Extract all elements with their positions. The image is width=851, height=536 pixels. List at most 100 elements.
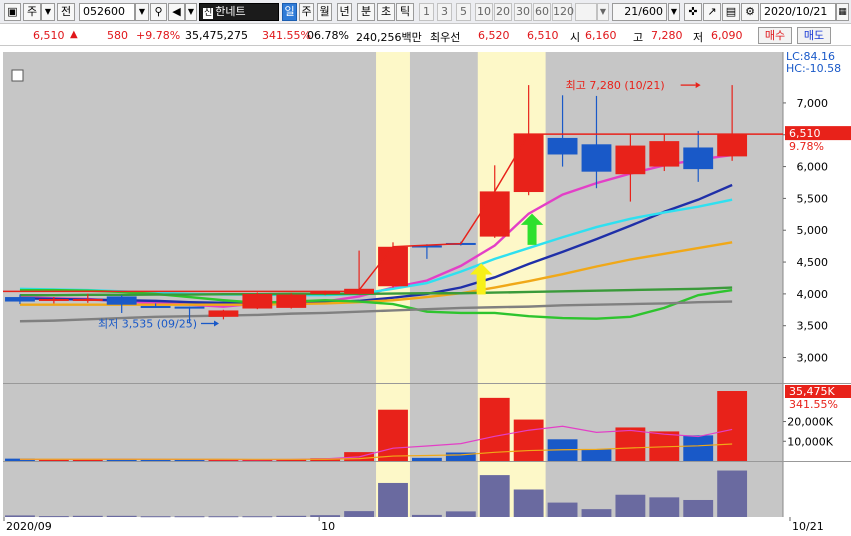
price-tick-label: 4,000 (797, 288, 829, 301)
date-axis-label: 10/21 (792, 520, 824, 533)
side-selector[interactable]: 전 (57, 3, 75, 21)
save-icon[interactable]: ▤ (722, 3, 740, 21)
volume-bar (615, 427, 646, 461)
price-change: 580 (107, 29, 128, 42)
window-icon[interactable]: ▣ (4, 3, 21, 21)
sell-button[interactable]: 매도 (797, 27, 831, 44)
period-month[interactable]: 월 (317, 3, 332, 21)
price-tick-label: 6,000 (797, 161, 829, 174)
interval-20[interactable]: 20 (494, 3, 512, 21)
lower-panel-bar (344, 511, 375, 517)
interval-1[interactable]: 1 (419, 3, 434, 21)
period-year[interactable]: 년 (337, 3, 352, 21)
candle-body (683, 147, 714, 170)
interval-5[interactable]: 5 (456, 3, 471, 21)
candlestick-chart[interactable]: 3,0003,5004,0004,5005,0005,5006,0006,500… (0, 46, 851, 536)
candle-body (72, 298, 103, 301)
speaker-dropdown-icon[interactable]: ▼ (185, 3, 197, 21)
interval-dropdown-icon[interactable]: ▼ (597, 3, 609, 21)
lower-panel-bar (5, 515, 35, 517)
code-input[interactable]: 052600 (79, 3, 135, 21)
open-label: 시 (570, 31, 581, 44)
volume-pct: 341.55% (262, 29, 311, 42)
lower-panel-bar (174, 516, 205, 518)
custom-interval-input[interactable] (575, 3, 597, 21)
high-annotation: 최고 7,280 (10/21) (566, 79, 665, 92)
lower-panel-bar (106, 515, 137, 517)
interval-30[interactable]: 30 (514, 3, 532, 21)
date-axis-label: 2020/09 (6, 520, 52, 533)
price-tick-label: 4,500 (797, 256, 829, 269)
lower-panel-bar (615, 494, 646, 517)
candle-body (140, 305, 171, 308)
mode-dropdown-icon[interactable]: ▼ (41, 3, 55, 21)
price-tick-label: 7,000 (797, 97, 829, 110)
interval-60[interactable]: 60 (533, 3, 551, 21)
period-minute[interactable]: 분 (357, 3, 375, 21)
crosshair-icon[interactable]: ✜ (684, 3, 702, 21)
lower-panel-bar (411, 514, 442, 517)
interval-120[interactable]: 120 (552, 3, 574, 21)
up-arrow-icon: ▲ (70, 29, 78, 40)
lower-panel-bar (276, 515, 307, 517)
candle-body (38, 298, 69, 301)
stock-name-field[interactable]: 신 한네트 (199, 3, 279, 21)
chart-line-icon[interactable]: ↗ (703, 3, 721, 21)
search-icon[interactable]: ⚲ (150, 3, 167, 21)
candle-body (547, 137, 578, 155)
calendar-icon[interactable]: ▦ (836, 3, 849, 21)
speaker-icon[interactable]: ◀ (168, 3, 185, 21)
low-label: 저 (693, 31, 704, 44)
buy-button[interactable]: 매수 (758, 27, 792, 44)
current-price: 6,510 (33, 29, 65, 42)
period-tick[interactable]: 틱 (396, 3, 414, 21)
candle-body (276, 294, 307, 308)
trade-amount: 240,256백만 (356, 31, 422, 44)
period-week[interactable]: 주 (299, 3, 314, 21)
chart-area[interactable]: 3,0003,5004,0004,5005,0005,5006,0006,500… (0, 46, 851, 536)
gear-icon[interactable]: ⚙ (741, 3, 759, 21)
current-volume-pct-label: 341.55% (789, 398, 838, 411)
lower-panel-bar (581, 509, 612, 517)
interval-3[interactable]: 3 (437, 3, 452, 21)
lower-panel-bar (547, 502, 578, 517)
candle-body (479, 191, 510, 237)
current-price-axis-label: 6,510 (789, 127, 821, 140)
interval-10[interactable]: 10 (475, 3, 493, 21)
candle-body (717, 134, 748, 157)
volume-bar (140, 459, 171, 461)
toolbar: ▣ 주 ▼ 전 052600 ▼ ⚲ ◀ ▼ 신 한네트 일 주 월 년 분 초 … (0, 0, 851, 24)
price-change-pct: +9.78% (136, 29, 181, 42)
candle-body (174, 306, 205, 309)
code-dropdown-icon[interactable]: ▼ (135, 3, 149, 21)
turnover: 06.78% (307, 29, 349, 42)
lower-panel-bar (140, 516, 171, 518)
volume: 35,475,275 (185, 29, 248, 42)
quote-bar: 6,510 ▲ 580 +9.78% 35,475,275 341.55% 06… (0, 25, 851, 46)
current-pct-axis-label: 9.78% (789, 140, 824, 153)
date-field[interactable]: 2020/10/21 (760, 3, 836, 21)
volume-bar (378, 409, 408, 461)
best-bid: 6,510 (527, 29, 559, 42)
lower-panel-bar (479, 475, 510, 517)
period-day[interactable]: 일 (282, 3, 297, 21)
date-axis-label: 10 (321, 520, 335, 533)
candle-body (513, 134, 544, 193)
lower-panel-bar (310, 515, 341, 517)
count-dropdown-icon[interactable]: ▼ (668, 3, 680, 21)
volume-bar (513, 419, 544, 461)
lower-panel-bar (649, 497, 680, 517)
mode-selector[interactable]: 주 (23, 3, 41, 21)
candle-body (581, 144, 612, 172)
price-tick-label: 3,500 (797, 320, 829, 333)
candle-body (242, 293, 273, 309)
candle-body (208, 310, 239, 317)
high-label: 고 (633, 31, 644, 44)
volume-bar (581, 449, 612, 461)
count-field[interactable]: 21/600 (612, 3, 667, 21)
candle-body (5, 297, 35, 302)
highlight-band (376, 52, 410, 383)
high-price: 7,280 (651, 29, 683, 42)
period-second[interactable]: 초 (377, 3, 395, 21)
volume-tick-label: 10,000K (787, 435, 833, 448)
